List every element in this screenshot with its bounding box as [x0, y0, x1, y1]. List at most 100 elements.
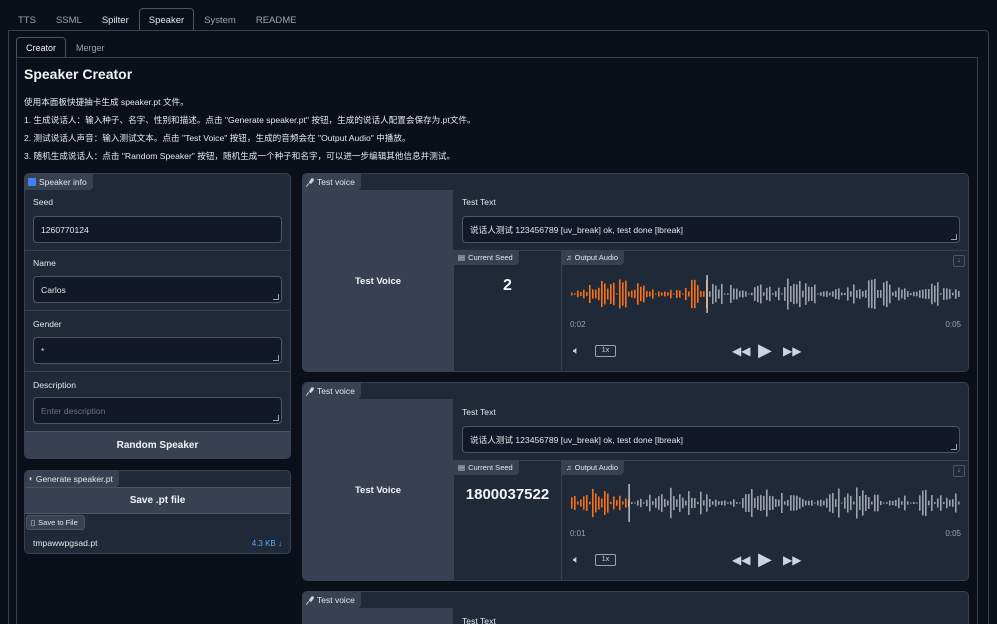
waveform-bar [859, 289, 861, 299]
audio-current-time: 0:01 [570, 529, 586, 538]
download-icon[interactable]: ↓ [953, 255, 965, 267]
rewind-icon[interactable]: ◀◀ [732, 554, 750, 566]
resize-handle-icon[interactable] [273, 415, 279, 421]
waveform-bar [661, 494, 663, 512]
test-voice-block: Test voice Test Voice Test Text 说话人测试 12… [302, 382, 969, 581]
download-icon[interactable]: ↓ [953, 465, 965, 477]
test-voice-button[interactable]: Test Voice [303, 190, 453, 371]
resize-handle-icon[interactable] [273, 355, 279, 361]
audio-waveform[interactable] [570, 275, 960, 313]
file-download-link[interactable]: 4.3 KB ↓ [252, 539, 282, 548]
waveform-bar [619, 495, 621, 511]
random-speaker-button[interactable]: Random Speaker [25, 431, 290, 458]
waveform-bar [637, 500, 639, 506]
tab-tts[interactable]: TTS [8, 8, 46, 31]
waveform-bar [946, 288, 948, 300]
waveform-bar [724, 500, 726, 506]
description-line: 3. 随机生成说话人：点击 "Random Speaker" 按钮，随机生成一个… [24, 151, 456, 161]
save-pt-button[interactable]: Save .pt file [25, 487, 290, 514]
waveform-bar [640, 286, 642, 302]
test-voice-button[interactable] [303, 608, 453, 624]
waveform-bar [898, 497, 900, 509]
waveform-bar [886, 502, 888, 504]
waveform-bar [709, 291, 711, 297]
info-icon [28, 178, 36, 186]
waveform-bar [631, 502, 633, 504]
description-input[interactable]: Enter description [33, 397, 282, 424]
test-text-label: Test Text [462, 407, 496, 417]
rewind-icon[interactable]: ◀◀ [732, 345, 750, 357]
resize-handle-icon[interactable] [951, 444, 957, 450]
waveform-bar [958, 501, 960, 505]
name-input[interactable]: Carlos [33, 276, 282, 303]
seed-input[interactable]: 1260770124 [33, 216, 282, 243]
tab-creator[interactable]: Creator [16, 37, 67, 57]
waveform-bar [730, 501, 732, 505]
play-icon[interactable]: ▶ [758, 341, 772, 359]
volume-icon[interactable]: 🔈︎ [573, 554, 580, 566]
fast-forward-icon[interactable]: ▶▶ [783, 554, 801, 566]
playback-speed-button[interactable]: 1x [595, 554, 616, 566]
waveform-bar [787, 499, 789, 507]
waveform-bar [886, 280, 888, 308]
waveform-bar [910, 292, 912, 296]
waveform-bar [865, 290, 867, 298]
test-text-input[interactable]: 说话人测试 123456789 [uv_break] ok, test done… [462, 216, 960, 243]
number-icon: ▤ [458, 253, 466, 262]
waveform-bar [616, 500, 618, 506]
waveform-bar [820, 292, 822, 296]
gender-input[interactable]: * [33, 337, 282, 364]
tab-system[interactable]: System [194, 8, 246, 31]
volume-icon[interactable]: 🔈︎ [573, 345, 580, 357]
waveform-bar [877, 494, 879, 512]
playback-speed-button[interactable]: 1x [595, 345, 616, 357]
playhead[interactable] [706, 275, 708, 313]
waveform-bar [652, 501, 654, 505]
fast-forward-icon[interactable]: ▶▶ [783, 345, 801, 357]
tab-merger[interactable]: Merger [66, 37, 115, 57]
waveform-bar [742, 498, 744, 508]
tab-readme[interactable]: README [246, 8, 307, 31]
waveform-bar [667, 292, 669, 296]
test-voice-button[interactable]: Test Voice [303, 399, 453, 580]
waveform-bar [676, 499, 678, 507]
waveform-bar [745, 494, 747, 512]
waveform-bar [721, 283, 723, 305]
waveform-bar [832, 291, 834, 297]
resize-handle-icon[interactable] [273, 294, 279, 300]
waveform-bar [631, 290, 633, 298]
playhead[interactable] [628, 484, 630, 522]
waveform-bar [634, 502, 636, 504]
waveform-bar [880, 500, 882, 506]
waveform-bar [901, 289, 903, 299]
waveform-bar [892, 500, 894, 506]
waveform-bar [769, 286, 771, 302]
play-icon[interactable]: ▶ [758, 550, 772, 568]
description-label: Description [33, 380, 76, 390]
waveform-bar [610, 501, 612, 505]
waveform-bar [787, 278, 789, 310]
waveform-bar [919, 495, 921, 511]
waveform-bar [799, 497, 801, 509]
tab-spliter[interactable]: Spilter [92, 8, 139, 31]
waveform-bar [829, 494, 831, 512]
audio-waveform[interactable] [570, 484, 960, 522]
test-text-input[interactable]: 说话人测试 123456789 [uv_break] ok, test done… [462, 426, 960, 453]
output-file-name[interactable]: tmpawwpgsad.pt [33, 538, 98, 548]
tab-ssml[interactable]: SSML [46, 8, 92, 31]
seed-label: Seed [33, 197, 54, 207]
waveform-bar [853, 284, 855, 304]
waveform-bar [760, 284, 762, 304]
divider [25, 371, 290, 372]
resize-handle-icon[interactable] [951, 234, 957, 240]
waveform-bar [598, 496, 600, 510]
tab-speaker[interactable]: Speaker [138, 8, 195, 31]
waveform-bar [580, 292, 582, 296]
waveform-bar [739, 290, 741, 298]
waveform-bar [607, 493, 609, 513]
waveform-bar [925, 289, 927, 299]
waveform-bar [616, 293, 618, 295]
waveform-bar [919, 290, 921, 298]
output-audio-label: ♫ Output Audio [562, 251, 624, 265]
waveform-bar [715, 499, 717, 507]
